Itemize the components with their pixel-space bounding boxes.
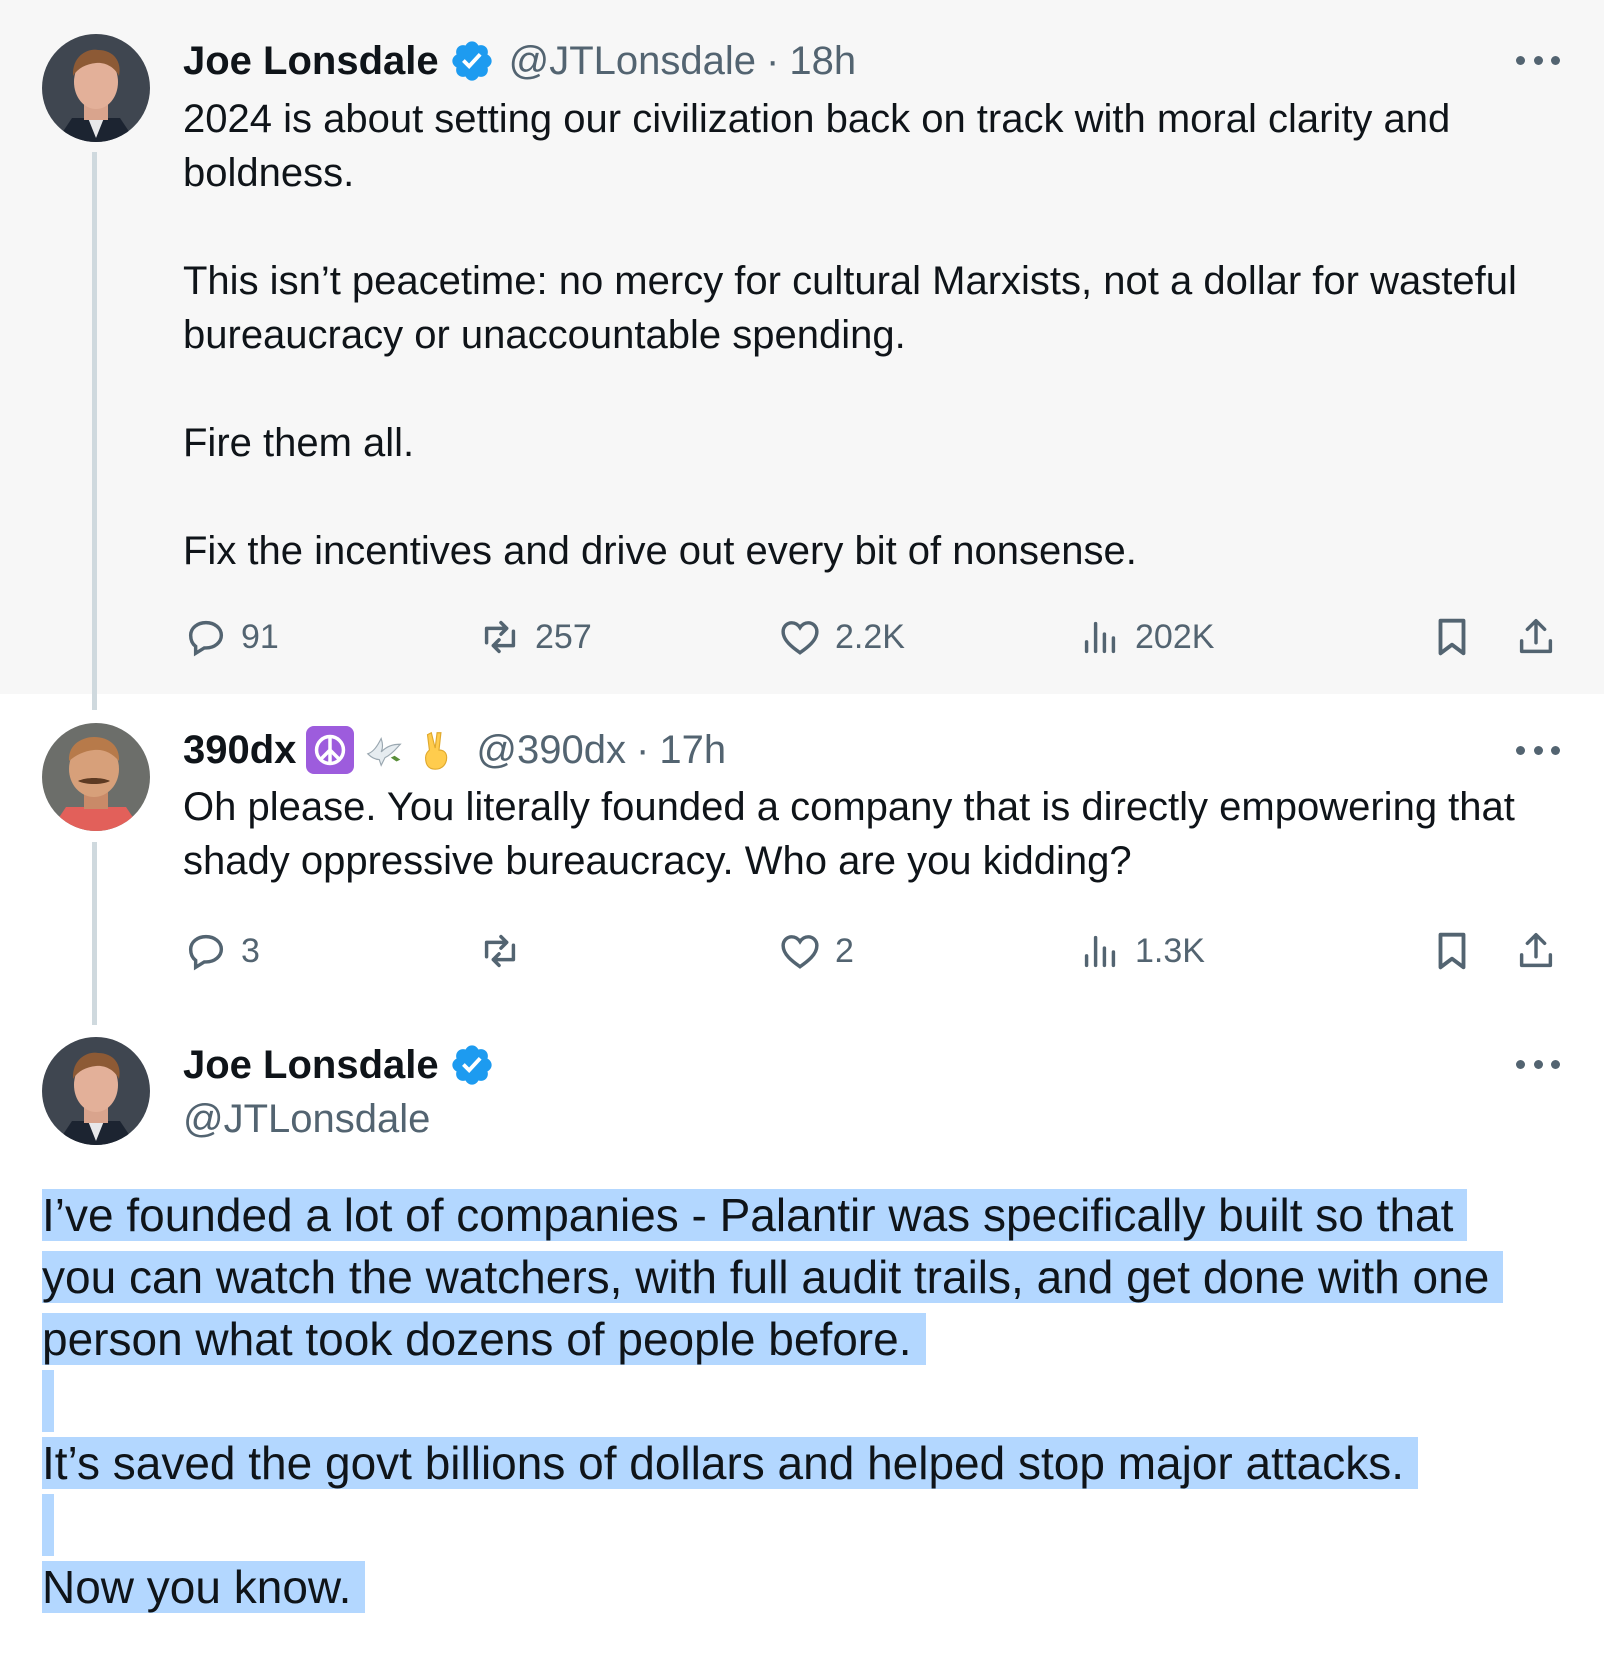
retweet-button[interactable] — [477, 926, 535, 976]
retweet-icon — [484, 620, 516, 654]
reply-button[interactable]: 3 — [183, 926, 260, 976]
tweet-paragraph: Fix the incentives and drive out every b… — [183, 529, 1137, 573]
reply-count: 3 — [241, 931, 260, 970]
view-count: 1.3K — [1135, 931, 1205, 970]
view-count: 202K — [1135, 617, 1215, 656]
more-options-icon[interactable] — [1516, 50, 1560, 70]
tweet-text: 2024 is about setting our civilization b… — [183, 92, 1573, 578]
retweet-button[interactable]: 257 — [477, 612, 592, 662]
author-name[interactable]: Joe Lonsdale — [183, 1040, 439, 1090]
views-button[interactable]: 1.3K — [1077, 926, 1205, 976]
selected-blank-line — [42, 1494, 54, 1556]
avatar-joe-lonsdale[interactable] — [42, 34, 150, 142]
analytics-icon — [1084, 621, 1116, 654]
retweet-icon — [484, 934, 516, 968]
tweet-text: Oh please. You literally founded a compa… — [183, 780, 1573, 888]
selected-text-line: I’ve founded a lot of companies - Palant… — [42, 1189, 1468, 1241]
dot-separator: · — [636, 728, 650, 772]
verified-badge-icon[interactable] — [449, 1042, 495, 1088]
tweet-paragraph: 2024 is about setting our civilization b… — [183, 97, 1451, 195]
share-button[interactable] — [1513, 612, 1559, 662]
more-options-icon[interactable] — [1516, 740, 1560, 760]
bookmark-button[interactable] — [1429, 926, 1475, 976]
tweet-paragraph: Oh please. You literally founded a compa… — [183, 785, 1515, 883]
author-name[interactable]: 390dx — [183, 725, 296, 775]
tweet-timestamp[interactable]: 18h — [789, 36, 856, 86]
reply-icon — [188, 620, 224, 657]
share-button[interactable] — [1513, 926, 1559, 976]
peace-symbol-emoji — [306, 726, 355, 774]
like-button[interactable]: 2.2K — [777, 612, 905, 662]
reply-button[interactable]: 91 — [183, 612, 279, 662]
heart-icon — [781, 935, 819, 969]
selected-tweet-text[interactable]: I’ve founded a lot of companies - Palant… — [42, 1184, 1582, 1618]
more-options-icon[interactable] — [1516, 1054, 1560, 1074]
reply-icon — [188, 934, 224, 971]
dove-emoji — [362, 727, 408, 773]
tweet-header: Joe Lonsdale — [183, 1040, 495, 1090]
bookmark-icon — [1438, 932, 1466, 970]
share-icon — [1519, 932, 1553, 968]
views-button[interactable]: 202K — [1077, 612, 1214, 662]
selected-blank-line — [42, 1370, 54, 1432]
author-handle[interactable]: @JTLonsdale — [183, 1094, 430, 1144]
selected-text-line: Now you know. — [42, 1561, 366, 1613]
selected-text-line: you can watch the watchers, with full au… — [42, 1251, 1504, 1303]
selected-text-line: It’s saved the govt billions of dollars … — [42, 1437, 1419, 1489]
author-handle-row: @JTLonsdale — [183, 1094, 430, 1144]
tweet-actions: 3 2 1.3K — [183, 926, 1563, 976]
verified-badge-icon[interactable] — [449, 38, 495, 84]
like-count: 2.2K — [835, 617, 905, 656]
dot-separator: · — [766, 39, 780, 83]
victory-hand-emoji — [416, 727, 462, 773]
tweet-paragraph: This isn’t peacetime: no mercy for cultu… — [183, 259, 1517, 357]
bookmark-icon — [1438, 618, 1466, 656]
author-name[interactable]: Joe Lonsdale — [183, 36, 439, 86]
like-count: 2 — [835, 931, 854, 970]
thread-connector-line — [92, 842, 97, 1025]
tweet-header: Joe Lonsdale @JTLonsdale · 18h — [183, 36, 856, 86]
selected-text-line: person what took dozens of people before… — [42, 1313, 926, 1365]
avatar-joe-lonsdale[interactable] — [42, 1037, 150, 1145]
bookmark-button[interactable] — [1429, 612, 1475, 662]
tweet-timestamp[interactable]: 17h — [659, 725, 726, 775]
share-icon — [1519, 618, 1553, 654]
tweet-header: 390dx @390dx · 17h — [183, 725, 726, 775]
author-handle[interactable]: @390dx — [476, 725, 626, 775]
like-button[interactable]: 2 — [777, 926, 854, 976]
author-handle[interactable]: @JTLonsdale — [509, 36, 756, 86]
heart-icon — [781, 621, 819, 655]
tweet-actions: 91 257 2.2K 202K — [183, 612, 1563, 662]
retweet-count: 257 — [535, 617, 592, 656]
thread-connector-line — [92, 152, 97, 710]
avatar-390dx[interactable] — [42, 723, 150, 831]
reply-count: 91 — [241, 617, 279, 656]
analytics-icon — [1084, 935, 1116, 968]
tweet-paragraph: Fire them all. — [183, 421, 415, 465]
